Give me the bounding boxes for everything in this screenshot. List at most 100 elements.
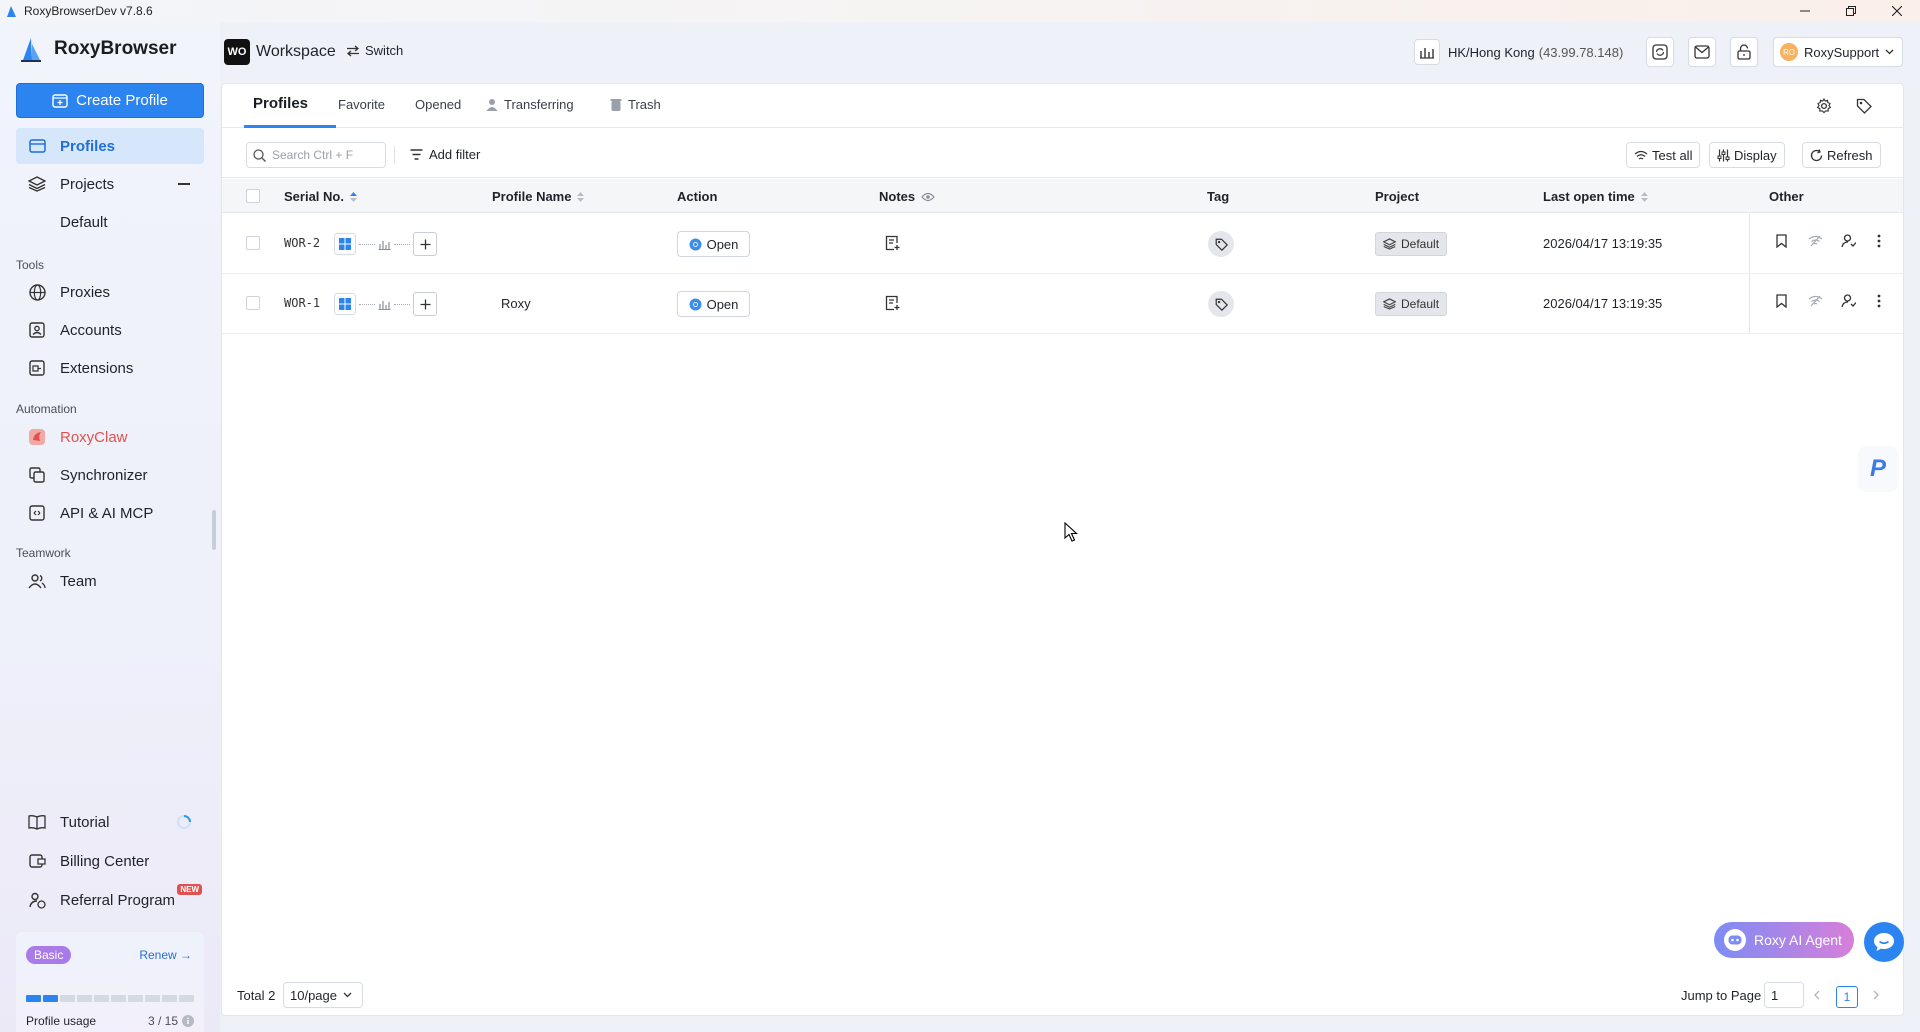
sidebar-item-profiles[interactable]: Profiles (16, 128, 204, 164)
chat-support-button[interactable] (1864, 922, 1904, 962)
column-serial[interactable]: Serial No. (284, 189, 357, 204)
add-tag-button[interactable] (1208, 231, 1234, 257)
user-icon (1841, 294, 1856, 308)
project-name: Default (1401, 297, 1440, 311)
info-icon[interactable] (182, 1015, 194, 1027)
add-platform-button[interactable] (413, 232, 437, 256)
sidebar-scrollbar[interactable] (212, 510, 216, 550)
renew-link[interactable]: Renew → (139, 948, 192, 962)
close-window-button[interactable] (1874, 0, 1920, 22)
add-platform-button[interactable] (413, 292, 437, 316)
proxy-check-button[interactable] (1808, 295, 1823, 307)
add-filter-button[interactable]: Add filter (410, 147, 480, 162)
sidebar-item-roxyclaw[interactable]: RoxyClaw (16, 419, 204, 455)
refresh-button[interactable]: Refresh (1802, 142, 1881, 168)
table-row[interactable]: WOR-1 Roxy Open Default 2026/04/17 13:19… (222, 274, 1903, 334)
prev-page-button[interactable] (1814, 990, 1820, 1000)
page-size-select[interactable]: 10/page (283, 982, 363, 1008)
assign-user-button[interactable] (1841, 294, 1856, 308)
sidebar-item-label: Default (60, 213, 108, 231)
search-input[interactable] (272, 148, 380, 162)
sidebar-item-extensions[interactable]: Extensions (16, 350, 204, 386)
tab-profiles[interactable]: Profiles (253, 95, 308, 112)
switch-workspace-button[interactable]: Switch (346, 43, 403, 58)
more-actions-button[interactable] (1877, 234, 1881, 248)
display-button[interactable]: Display (1709, 142, 1785, 168)
settings-button[interactable] (1815, 97, 1833, 115)
sidebar-item-referral[interactable]: Referral Program NEW (16, 882, 204, 918)
minimize-button[interactable] (1782, 0, 1828, 22)
next-page-button[interactable] (1873, 990, 1879, 1000)
bookmark-button[interactable] (1776, 294, 1787, 308)
more-vertical-icon (1877, 234, 1881, 248)
sidebar-item-label: Synchronizer (60, 466, 148, 484)
add-filter-label: Add filter (429, 147, 481, 162)
sidebar-item-label: Team (60, 572, 97, 590)
table-row[interactable]: WOR-2 Open Default 2026/04/17 13:19:35 (222, 214, 1903, 274)
project-badge[interactable]: Default (1375, 292, 1448, 316)
main-panel: Profiles Favorite Opened Transferring Tr… (221, 83, 1904, 1016)
open-profile-button[interactable]: Open (677, 231, 750, 257)
windows-os-button[interactable] (334, 293, 356, 315)
workspace-name[interactable]: Workspace (256, 43, 336, 61)
add-tag-button[interactable] (1208, 291, 1234, 317)
sidebar-item-accounts[interactable]: Accounts (16, 312, 204, 348)
row-checkbox[interactable] (246, 236, 260, 250)
tab-trash[interactable]: Trash (610, 97, 661, 112)
tab-bar: Profiles Favorite Opened Transferring Tr… (222, 84, 1903, 128)
sidebar-item-tutorial[interactable]: Tutorial (16, 804, 204, 840)
tab-transferring[interactable]: Transferring (486, 97, 574, 112)
sidebar-item-team[interactable]: Team (16, 563, 204, 599)
tags-button[interactable] (1855, 97, 1873, 115)
proxy-status[interactable]: HK/Hong Kong (43.99.78.148) (1414, 37, 1631, 67)
test-all-button[interactable]: Test all (1626, 142, 1701, 168)
windows-os-button[interactable] (334, 233, 356, 255)
sync-windows-icon (29, 467, 45, 483)
usage-progress-segment (111, 995, 126, 1002)
tab-favorite[interactable]: Favorite (338, 97, 385, 112)
page-number-current[interactable]: 1 (1836, 986, 1858, 1008)
roxy-ai-agent-button[interactable]: Roxy AI Agent (1714, 922, 1854, 958)
sync-button[interactable] (1646, 37, 1674, 67)
column-profile-name[interactable]: Profile Name (492, 189, 585, 204)
sidebar-item-projects[interactable]: Projects (16, 166, 204, 202)
note-add-icon (885, 235, 900, 251)
eye-icon[interactable] (921, 192, 935, 202)
sidebar-item-api[interactable]: API & AI MCP (16, 495, 204, 531)
roxy-logo-icon (21, 38, 41, 62)
lock-button[interactable] (1730, 37, 1758, 67)
messages-button[interactable] (1688, 37, 1716, 67)
roxyclaw-icon (29, 429, 45, 445)
side-plugin-button[interactable]: P (1858, 446, 1898, 492)
tab-opened[interactable]: Opened (415, 97, 461, 112)
sidebar-item-default-project[interactable]: Default (16, 204, 204, 240)
project-badge[interactable]: Default (1375, 232, 1448, 256)
collapse-icon[interactable] (178, 183, 190, 185)
restore-button[interactable] (1828, 0, 1874, 22)
sidebar-item-billing[interactable]: Billing Center (16, 843, 204, 879)
sidebar-item-proxies[interactable]: Proxies (16, 274, 204, 310)
more-actions-button[interactable] (1877, 294, 1881, 308)
open-profile-button[interactable]: Open (677, 291, 750, 317)
user-menu[interactable]: RO RoxySupport (1773, 37, 1903, 67)
proxy-check-button[interactable] (1808, 235, 1823, 247)
assign-user-button[interactable] (1841, 234, 1856, 248)
gear-icon (1816, 98, 1832, 114)
select-all-checkbox[interactable] (246, 189, 260, 203)
plus-icon (420, 299, 430, 309)
add-note-button[interactable] (885, 295, 900, 311)
bookmark-button[interactable] (1776, 234, 1787, 248)
column-last-open[interactable]: Last open time (1543, 189, 1648, 204)
column-profile-name-label: Profile Name (492, 189, 572, 204)
workspace-badge[interactable]: WO (224, 39, 250, 65)
add-note-button[interactable] (885, 235, 900, 251)
sidebar-item-synchronizer[interactable]: Synchronizer (16, 457, 204, 493)
open-label: Open (706, 236, 739, 252)
row-checkbox[interactable] (246, 296, 260, 310)
usage-progress-segment (128, 995, 143, 1002)
create-profile-button[interactable]: Create Profile (16, 83, 204, 118)
jump-to-page-input[interactable]: 1 (1764, 982, 1804, 1008)
search-box[interactable] (246, 142, 386, 168)
column-action: Action (677, 189, 718, 204)
column-last-open-label: Last open time (1543, 189, 1635, 204)
